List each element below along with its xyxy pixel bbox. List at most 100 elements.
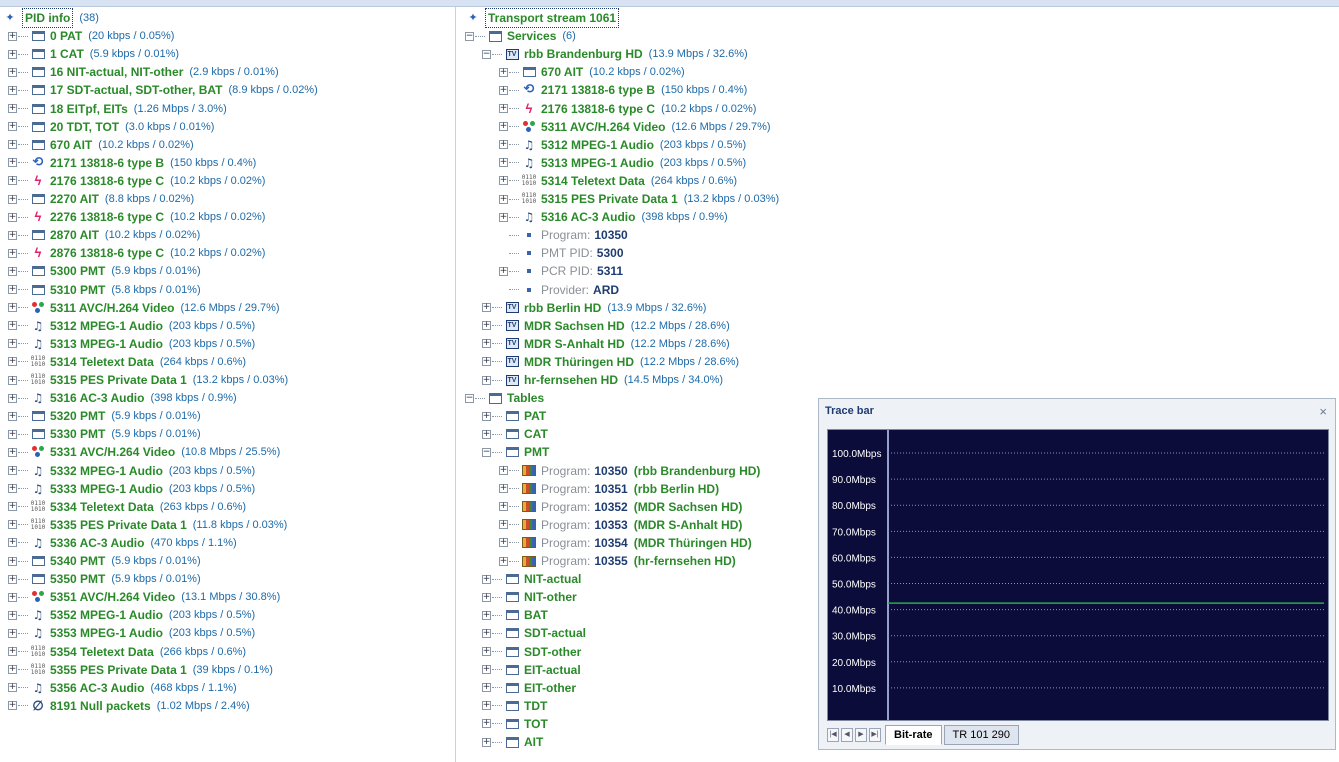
expand-icon[interactable]: + — [499, 104, 508, 113]
expand-icon[interactable]: + — [8, 230, 17, 240]
tree-node[interactable]: + Program: 10351 (rbb Berlin HD) — [499, 480, 725, 498]
expand-icon[interactable]: + — [8, 357, 17, 367]
expand-icon[interactable]: + — [482, 719, 491, 729]
tree-node[interactable]: + Program: 10350 (rbb Brandenburg HD) — [499, 462, 766, 480]
expand-icon[interactable]: + — [8, 447, 17, 457]
expand-icon[interactable]: + — [8, 49, 17, 59]
expand-icon[interactable]: + — [8, 520, 17, 530]
tree-node[interactable]: + ♫ 5316 AC-3 Audio (398 kbps / 0.9%) — [499, 208, 728, 226]
expand-icon[interactable]: + — [8, 104, 17, 113]
tree-node[interactable]: + PAT — [482, 407, 552, 425]
collapse-icon[interactable]: − — [465, 31, 474, 41]
expand-icon[interactable]: + — [8, 321, 17, 331]
list-item[interactable]: +5320 PMT (5.9 kbps / 0.01%) — [8, 407, 201, 425]
expand-icon[interactable]: + — [8, 484, 17, 494]
list-item[interactable]: + ♫ 5353 MPEG-1 Audio (203 kbps / 0.5%) — [8, 624, 255, 642]
tree-node[interactable]: +0110 1010 5314 Teletext Data (264 kbps / 0… — [499, 172, 737, 190]
tree-node[interactable]: + BAT — [482, 606, 554, 624]
expand-icon[interactable]: + — [8, 610, 17, 620]
expand-icon[interactable]: + — [482, 321, 491, 331]
expand-icon[interactable]: + — [8, 248, 17, 258]
tree-node[interactable]: Provider: ARD — [499, 281, 625, 299]
tree-node[interactable]: − Tables — [465, 389, 550, 407]
expand-icon[interactable]: + — [8, 266, 17, 276]
expand-icon[interactable]: + — [482, 339, 491, 349]
collapse-icon[interactable]: − — [482, 49, 491, 59]
expand-icon[interactable]: + — [482, 429, 491, 439]
list-item[interactable]: +5350 PMT (5.9 kbps / 0.01%) — [8, 570, 201, 588]
close-icon[interactable]: × — [1319, 404, 1327, 419]
expand-icon[interactable]: + — [8, 158, 17, 168]
expand-icon[interactable]: + — [8, 665, 17, 675]
tree-node[interactable]: + NIT-other — [482, 588, 583, 606]
expand-icon[interactable]: + — [482, 647, 491, 656]
expand-icon[interactable]: + — [499, 194, 508, 204]
expand-icon[interactable]: + — [8, 285, 17, 294]
expand-icon[interactable]: + — [482, 375, 491, 385]
list-item[interactable]: +17 SDT-actual, SDT-other, BAT (8.9 kbps … — [8, 81, 318, 99]
tree-node[interactable]: + EIT-actual — [482, 661, 587, 679]
tree-node[interactable]: +5311 AVC/H.264 Video (12.6 Mbps / 29.7%) — [499, 118, 771, 136]
collapse-icon[interactable]: − — [482, 447, 491, 457]
expand-icon[interactable]: + — [482, 303, 491, 313]
collapse-icon[interactable]: − — [465, 393, 474, 403]
expand-icon[interactable]: + — [482, 357, 491, 367]
expand-icon[interactable]: + — [8, 701, 17, 711]
expand-icon[interactable]: + — [499, 85, 508, 95]
expand-icon[interactable]: + — [499, 556, 508, 566]
expand-icon[interactable]: + — [8, 628, 17, 638]
expand-icon[interactable]: + — [499, 484, 508, 494]
list-item[interactable]: +5311 AVC/H.264 Video (12.6 Mbps / 29.7%) — [8, 299, 280, 317]
last-icon[interactable]: ▶| — [869, 728, 881, 742]
expand-icon[interactable]: + — [8, 194, 17, 204]
list-item[interactable]: + ♫ 5313 MPEG-1 Audio (203 kbps / 0.5%) — [8, 335, 255, 353]
list-item[interactable]: +5330 PMT (5.9 kbps / 0.01%) — [8, 425, 201, 443]
expand-icon[interactable]: + — [499, 466, 508, 475]
tree-node[interactable]: + TV rbb Berlin HD (13.9 Mbps / 32.6%) — [482, 299, 706, 317]
expand-icon[interactable]: + — [499, 67, 508, 77]
list-item[interactable]: + ϟ 2176 13818-6 type C (10.2 kbps / 0.02%) — [8, 172, 265, 190]
expand-icon[interactable]: + — [499, 538, 508, 548]
expand-icon[interactable]: + — [482, 737, 491, 747]
tree-node[interactable]: − PMT — [482, 443, 555, 461]
expand-icon[interactable]: + — [8, 647, 17, 656]
prev-icon[interactable]: ◀ — [841, 728, 853, 742]
tree-node[interactable]: ✦ Transport stream 1061 — [465, 8, 625, 28]
expand-icon[interactable]: + — [482, 411, 491, 421]
list-item[interactable]: +20 TDT, TOT (3.0 kbps / 0.01%) — [8, 118, 214, 136]
list-item[interactable]: +5300 PMT (5.9 kbps / 0.01%) — [8, 262, 201, 280]
expand-icon[interactable]: + — [482, 665, 491, 675]
tree-root[interactable]: ✦ PID info (38) — [2, 8, 99, 28]
expand-icon[interactable]: + — [482, 592, 491, 602]
tree-node[interactable]: Program: 10350 — [499, 226, 634, 244]
expand-icon[interactable]: + — [8, 393, 17, 403]
list-item[interactable]: +5331 AVC/H.264 Video (10.8 Mbps / 25.5%) — [8, 443, 280, 461]
tree-node[interactable]: + TOT — [482, 715, 554, 733]
expand-icon[interactable]: + — [499, 176, 508, 186]
list-item[interactable]: +0110 1010 5334 Teletext Data (263 kbps / 0… — [8, 498, 246, 516]
expand-icon[interactable]: + — [8, 592, 17, 602]
list-item[interactable]: +18 EITpf, EITs (1.26 Mbps / 3.0%) — [8, 100, 227, 118]
expand-icon[interactable]: + — [499, 266, 508, 276]
tree-node[interactable]: PMT PID: 5300 — [499, 244, 630, 262]
expand-icon[interactable]: + — [8, 67, 17, 77]
expand-icon[interactable]: + — [8, 556, 17, 566]
list-item[interactable]: +0110 1010 5314 Teletext Data (264 kbps / 0… — [8, 353, 246, 371]
tab-bit-rate[interactable]: Bit-rate — [885, 725, 942, 745]
expand-icon[interactable]: + — [8, 411, 17, 421]
expand-icon[interactable]: + — [8, 429, 17, 439]
expand-icon[interactable]: + — [499, 520, 508, 530]
pid-info-pane[interactable]: ✦ PID info (38) +0 PAT (20 kbps / 0.05%) +1 C… — [0, 7, 456, 762]
list-item[interactable]: + ∅ 8191 Null packets (1.02 Mbps / 2.4%) — [8, 697, 250, 715]
expand-icon[interactable]: + — [499, 140, 508, 150]
expand-icon[interactable]: + — [482, 628, 491, 638]
expand-icon[interactable]: + — [499, 502, 508, 512]
tree-node[interactable]: + TV MDR Sachsen HD (12.2 Mbps / 28.6%) — [482, 317, 730, 335]
expand-icon[interactable]: + — [8, 140, 17, 150]
tree-node[interactable]: + Program: 10354 (MDR Thüringen HD) — [499, 534, 758, 552]
list-item[interactable]: +0 PAT (20 kbps / 0.05%) — [8, 27, 174, 45]
tree-node[interactable]: + Program: 10353 (MDR S-Anhalt HD) — [499, 516, 748, 534]
list-item[interactable]: +5340 PMT (5.9 kbps / 0.01%) — [8, 552, 201, 570]
expand-icon[interactable]: + — [8, 31, 17, 41]
tree-node[interactable]: − TV rbb Brandenburg HD (13.9 Mbps / 32.6%) — [482, 45, 748, 63]
